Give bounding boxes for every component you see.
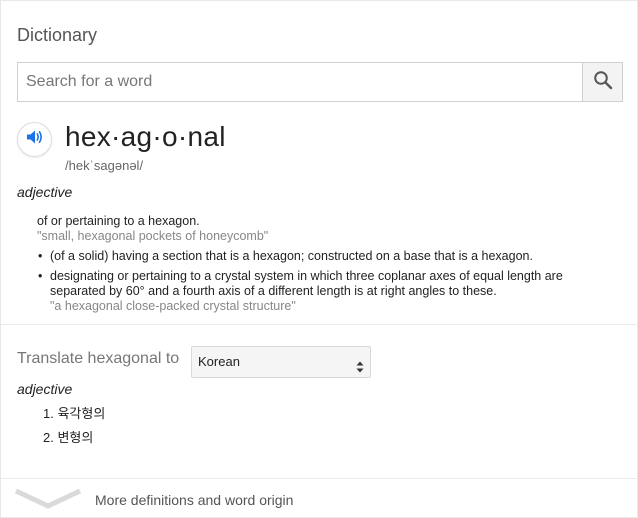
translation-item: 2. 변형의 [43,430,94,445]
definition-text: of or pertaining to a hexagon. [37,214,200,228]
subdefinition-text: designating or pertaining to a crystal s… [50,269,563,298]
section-divider [1,324,638,325]
search-icon [593,70,613,95]
translation-list: 1. 육각형의 2. 변형의 [43,406,105,454]
translate-label: Translate hexagonal to [17,350,180,367]
language-select[interactable]: Korean [191,346,371,378]
bullet: • [38,249,43,263]
pronunciation-button[interactable] [17,122,52,157]
more-definitions-button[interactable]: More definitions and word origin [1,479,638,518]
part-of-speech: adjective [17,184,73,200]
subdefinition-list: • (of a solid) having a section that is … [37,249,607,319]
definition-example: "small, hexagonal pockets of honeycomb" [37,229,269,243]
translation-item: 1. 육각형의 [43,406,106,421]
bullet: • [38,269,43,283]
speaker-icon [26,129,44,150]
chevron-down-icon [14,487,82,514]
selected-language: Korean [198,354,240,369]
translation-part-of-speech: adjective [17,381,73,397]
subdefinition-item: • designating or pertaining to a crystal… [37,269,607,314]
more-definitions-label: More definitions and word origin [95,492,294,508]
subdefinition-example: "a hexagonal close-packed crystal struct… [50,299,296,313]
phonetic-transcription: /hekˈsagənəl/ [65,158,144,173]
subdefinition-text: (of a solid) having a section that is a … [50,249,533,263]
dictionary-card: Dictionary hex·ag·o·nal /hekˈsagənəl/ ad… [0,0,638,518]
select-arrows-icon [356,355,364,373]
card-title: Dictionary [17,25,98,45]
search-box [17,62,623,102]
search-button[interactable] [582,63,622,101]
subdefinition-item: • (of a solid) having a section that is … [37,249,607,264]
headword: hex·ag·o·nal [65,121,226,152]
search-input[interactable] [18,63,583,101]
